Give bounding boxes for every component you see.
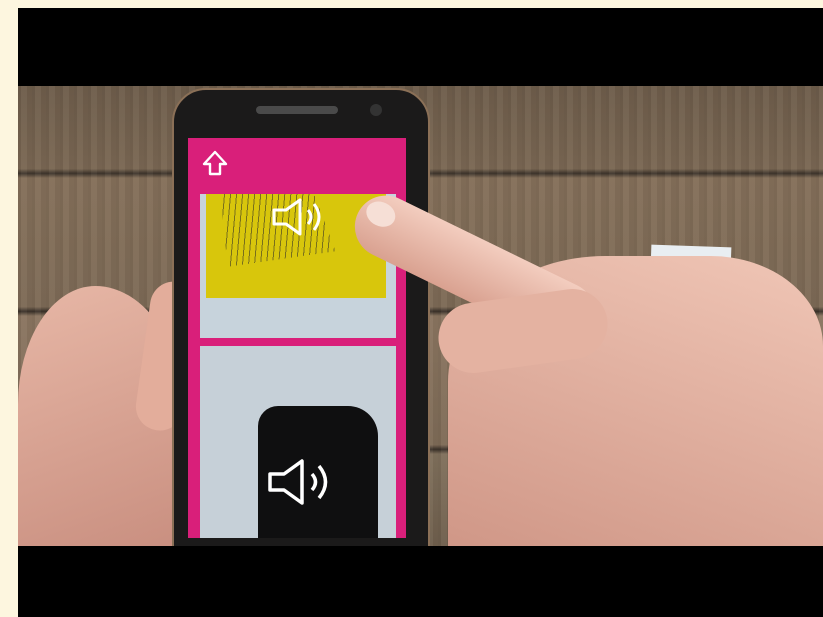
phone-camera [370, 104, 382, 116]
speaker-icon [272, 198, 321, 236]
video-frame [18, 8, 823, 617]
fingernail [362, 196, 400, 232]
smartphone [172, 88, 430, 546]
photo-scene [18, 86, 823, 546]
sound-card-black[interactable] [200, 346, 396, 538]
home-outline-icon[interactable] [202, 150, 228, 176]
phone-speaker [256, 106, 338, 114]
speaker-icon [268, 459, 328, 505]
app-bar [188, 138, 406, 186]
